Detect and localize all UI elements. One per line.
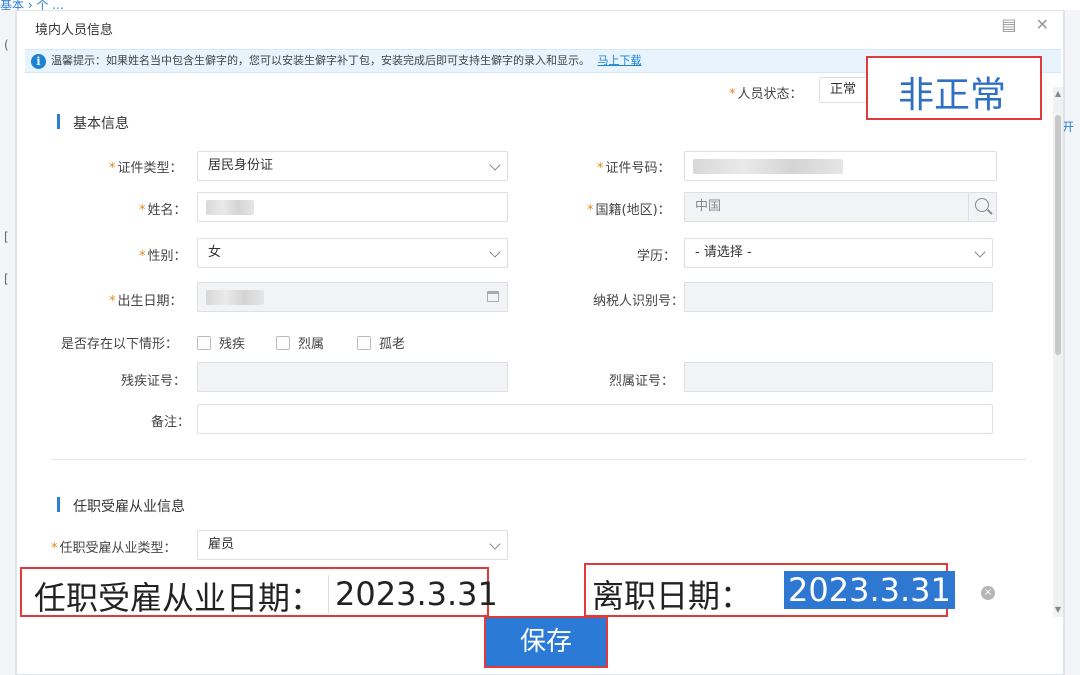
education-label: 学历： [637, 249, 677, 264]
disability-cert-field[interactable] [197, 362, 508, 392]
situation-disability[interactable]: 残疾 [197, 333, 245, 352]
checkbox[interactable] [197, 336, 211, 350]
education-select[interactable]: - 请选择 - [684, 238, 993, 268]
close-icon[interactable]: ✕ [1036, 15, 1049, 34]
redacted-value [206, 290, 264, 305]
search-icon[interactable] [968, 193, 996, 221]
nationality-label: * 国籍(地区)： [587, 203, 671, 218]
dialog-controls: ▤ ✕ [987, 15, 1049, 34]
background-right-panel [1064, 10, 1080, 675]
id-type-label: * 证件类型： [109, 161, 183, 176]
employment-date-label: 任职受雇从业日期： [34, 579, 323, 617]
notice-text: 温馨提示：如果姓名当中包含生僻字的，您可以安装生僻字补丁包，安装完成后即可支持生… [51, 54, 590, 67]
dialog-scrollbar[interactable]: ▲ ▼ [1053, 87, 1063, 617]
gender-label: * 性别： [139, 249, 187, 264]
martyr-cert-field[interactable] [684, 362, 993, 392]
status-callout: 非正常 [866, 56, 1042, 120]
info-icon: i [31, 54, 46, 69]
restore-icon[interactable]: ▤ [1001, 15, 1016, 34]
name-label: * 姓名： [139, 203, 187, 218]
employment-type-select[interactable]: 雇员 [197, 530, 508, 560]
background-mark: ( [4, 38, 9, 52]
download-link[interactable]: 马上下载 [598, 54, 642, 67]
taxpayer-id-field[interactable] [684, 282, 993, 312]
employment-date-value[interactable]: 2023.3.31 [328, 575, 498, 613]
name-field[interactable] [197, 192, 508, 222]
scroll-up-icon[interactable]: ▲ [1053, 89, 1063, 98]
remark-label: 备注： [151, 415, 191, 430]
scroll-thumb[interactable] [1055, 115, 1061, 355]
situation-lonely-elder[interactable]: 孤老 [357, 333, 405, 352]
situation-martyr[interactable]: 烈属 [276, 333, 324, 352]
disability-cert-label: 残疾证号： [121, 374, 187, 389]
save-button[interactable]: 保存 [484, 616, 608, 668]
chevron-down-icon [489, 246, 501, 258]
birth-date-field[interactable] [197, 282, 508, 312]
leave-date-value[interactable]: 2023.3.31 [784, 571, 955, 609]
section-divider [51, 459, 1027, 460]
background-checkbox: [ [4, 230, 9, 244]
scroll-down-icon[interactable]: ▼ [1053, 605, 1063, 614]
chevron-down-icon [489, 538, 501, 550]
leave-date-label: 离职日期： [592, 577, 753, 615]
background-checkbox: [ [4, 272, 9, 286]
calendar-icon[interactable] [487, 291, 499, 302]
id-type-select[interactable]: 居民身份证 [197, 151, 508, 181]
section-employment-info: 任职受雇从业信息 [57, 496, 185, 516]
nationality-field[interactable]: 中国 [684, 192, 997, 222]
clear-icon[interactable]: × [981, 586, 995, 600]
birth-date-label: * 出生日期： [109, 294, 183, 309]
situation-label: 是否存在以下情形： [61, 337, 179, 352]
status-label: * 人员状态： [729, 87, 803, 102]
id-number-label: * 证件号码： [597, 161, 671, 176]
section-basic-info: 基本信息 [57, 113, 129, 133]
id-number-field[interactable] [684, 151, 997, 181]
employment-date-callout: 任职受雇从业日期： 2023.3.31 [20, 567, 498, 617]
redacted-value [693, 159, 843, 174]
martyr-cert-label: 烈属证号： [609, 374, 675, 389]
chevron-down-icon [489, 159, 501, 171]
background-app [0, 0, 1080, 10]
redacted-value [206, 200, 254, 215]
leave-date-callout: 离职日期： 2023.3.31 [584, 563, 955, 617]
remark-field[interactable] [197, 404, 993, 434]
dialog-title: 境内人员信息 [35, 23, 114, 38]
status-callout-text: 非正常 [898, 75, 1007, 116]
chevron-down-icon [974, 246, 986, 258]
checkbox[interactable] [276, 336, 290, 350]
checkbox[interactable] [357, 336, 371, 350]
employment-type-label: * 任职受雇从业类型： [51, 541, 177, 556]
taxpayer-id-label: 纳税人识别号： [593, 294, 685, 309]
gender-select[interactable]: 女 [197, 238, 508, 268]
background-left-panel: ( [ [ [0, 10, 16, 675]
